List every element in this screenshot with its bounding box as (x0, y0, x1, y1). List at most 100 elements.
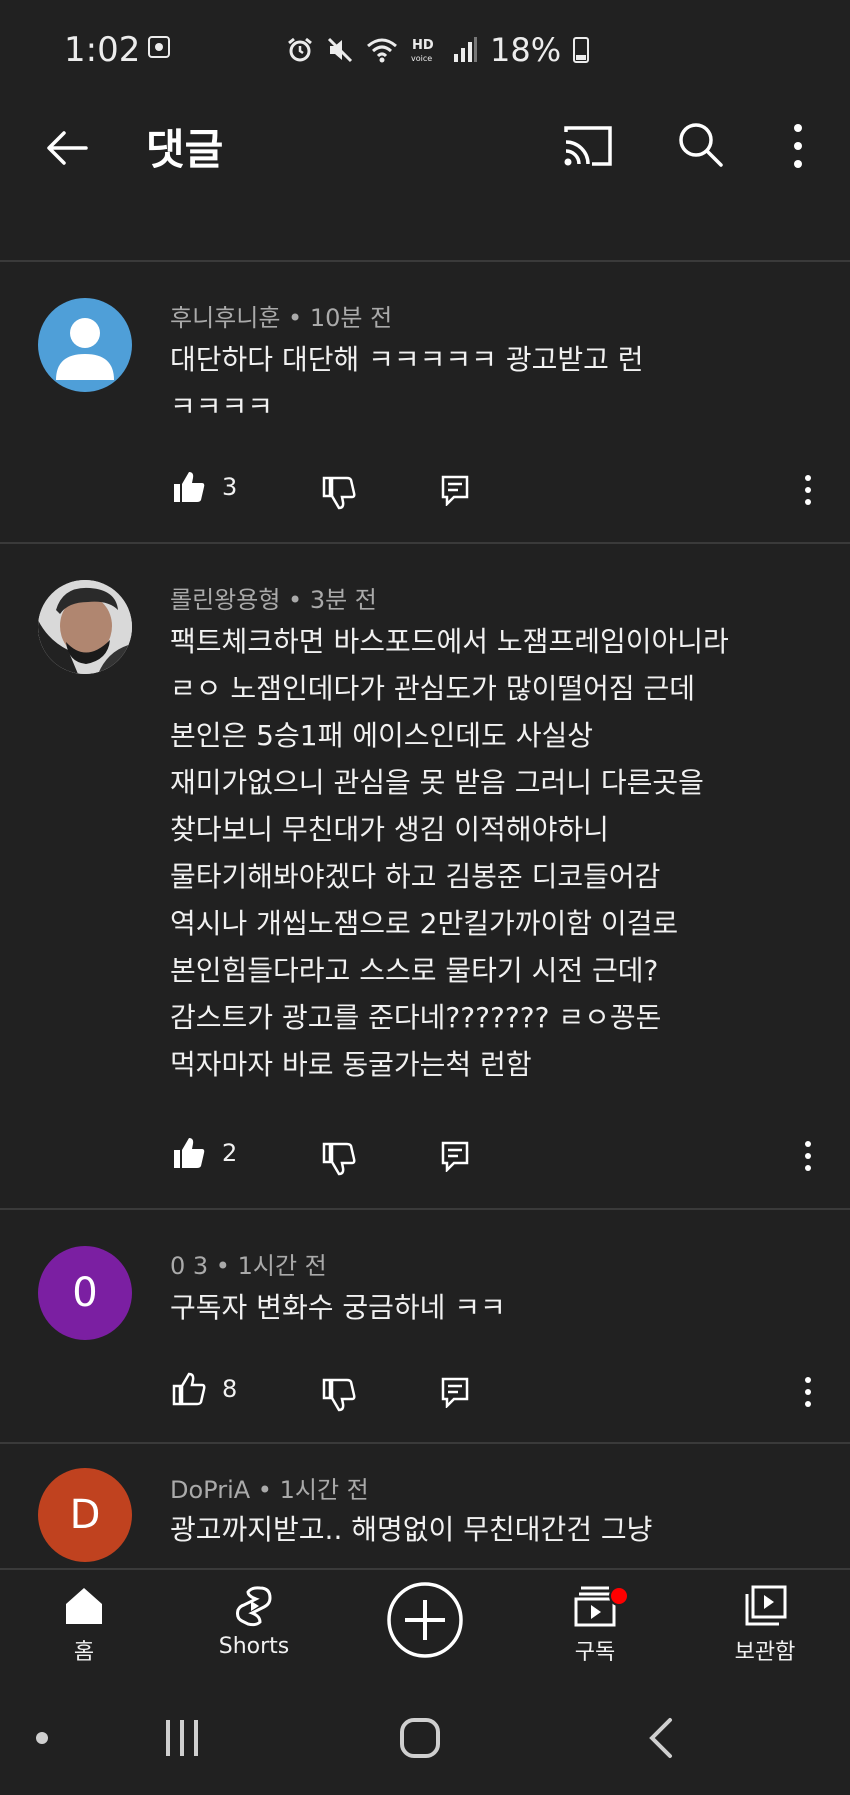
comment-actions: 3 (0, 470, 850, 520)
bottom-nav: 홈 Shorts 구독 보관함 (0, 1568, 850, 1678)
home-icon (66, 1588, 102, 1624)
notification-dot (609, 1586, 629, 1606)
nav-label: 홈 (73, 1640, 95, 1665)
comment-line: 먹자마자 바로 동굴가는척 런함 (170, 1048, 532, 1081)
comment-actions: 2 (0, 1136, 850, 1186)
comment: 0 0 3 • 1시간 전 구독자 변화수 궁금하네 ㅋㅋ 8 (0, 1210, 850, 1442)
status-icons: HD voice 18% (286, 31, 590, 69)
comment-line: 역시나 개씹노잼으로 2만킬가까이함 이걸로 (170, 907, 679, 940)
comment-actions: 8 (0, 1372, 850, 1422)
comment-text: 구독자 변화수 궁금하네 ㅋㅋ (170, 1284, 810, 1331)
comment-more-icon[interactable] (796, 1374, 820, 1410)
nav-home[interactable]: 홈 (24, 1584, 144, 1670)
wifi-icon (367, 38, 397, 63)
shorts-icon (236, 1586, 272, 1627)
comment-time: 10분 전 (309, 304, 393, 332)
add-circle-icon (387, 1582, 463, 1658)
dislike-icon[interactable] (322, 1378, 356, 1412)
comment-meta: 롤린왕용형 • 3분 전 (170, 586, 377, 614)
like-outline-icon[interactable] (172, 1372, 206, 1406)
home-button-icon[interactable] (398, 1716, 442, 1760)
comment-text: 대단하다 대단해 ㅋㅋㅋㅋㅋ 광고받고 런 ㅋㅋㅋㅋ (170, 336, 810, 430)
search-icon[interactable] (672, 116, 728, 172)
reply-icon[interactable] (440, 474, 470, 506)
library-icon (745, 1585, 787, 1626)
comment: D DoPriA • 1시간 전 광고까지받고.. 해명없이 무친대간건 그냥 (0, 1444, 850, 1568)
nav-subscriptions[interactable]: 구독 (535, 1584, 655, 1670)
comment-line: ㅋㅋㅋㅋ (170, 390, 274, 423)
comment-time: 3분 전 (309, 586, 377, 614)
more-vert-icon[interactable] (780, 116, 816, 176)
battery-percent: 18% (490, 31, 562, 69)
comment-line: 대단하다 대단해 ㅋㅋㅋㅋㅋ 광고받고 런 (170, 343, 644, 376)
comment-time: 1시간 전 (237, 1252, 327, 1280)
comment-list[interactable]: 2 후니후니훈 • 10분 전 대단하다 대단해 ㅋㅋㅋㅋㅋ 광고받고 런 ㅋㅋ… (0, 186, 850, 1568)
comment-more-icon[interactable] (796, 1138, 820, 1174)
alarm-icon (288, 37, 312, 62)
default-avatar-icon (56, 318, 114, 380)
comment-author[interactable]: 후니후니훈 (170, 304, 280, 332)
comment-line: 본인은 5승1패 에이스인데도 사실상 (170, 719, 593, 752)
comment-actions: 2 (0, 186, 850, 208)
nav-label: Shorts (218, 1634, 290, 1659)
avatar[interactable]: 0 (38, 1246, 132, 1340)
comment-line: 팩트체크하면 바스포드에서 노잼프레임이아니라 (170, 625, 729, 658)
nav-shorts[interactable]: Shorts (194, 1584, 314, 1670)
like-count: 3 (222, 473, 238, 501)
avatar[interactable] (38, 580, 132, 674)
nav-library[interactable]: 보관함 (705, 1584, 825, 1670)
status-bar: 1:02 HD voice 18% (0, 0, 850, 100)
svg-text:HD: HD (412, 38, 434, 53)
back-arrow-icon[interactable] (40, 120, 96, 176)
avatar-letter: 0 (72, 1270, 98, 1316)
signal-icon (454, 37, 477, 62)
comment-meta: DoPriA • 1시간 전 (170, 1476, 369, 1504)
dislike-icon[interactable] (322, 1142, 356, 1176)
mute-icon (327, 37, 353, 63)
nav-dot-icon (36, 1732, 48, 1744)
comment-author[interactable]: 0 3 (170, 1252, 208, 1280)
app-bar: 댓글 (0, 100, 850, 200)
like-count: 2 (222, 1139, 238, 1167)
status-time: 1:02 (64, 30, 141, 70)
comment-author[interactable]: 롤린왕용형 (170, 586, 280, 614)
comment-line: 감스트가 광고를 준다네??????? ㄹㅇ꽁돈 (170, 1001, 662, 1034)
page-title: 댓글 (146, 125, 224, 174)
cast-icon[interactable] (560, 118, 616, 174)
comment-text: 팩트체크하면 바스포드에서 노잼프레임이아니라 ㄹㅇ 노잼인데다가 관심도가 많… (170, 618, 810, 1088)
hd-voice-icon: HD voice (411, 38, 434, 63)
comment-meta: 후니후니훈 • 10분 전 (170, 304, 393, 332)
back-button-icon[interactable] (640, 1716, 684, 1760)
system-nav-bar (0, 1678, 850, 1795)
comment-line: 구독자 변화수 궁금하네 ㅋㅋ (170, 1291, 506, 1324)
comment: 롤린왕용형 • 3분 전 팩트체크하면 바스포드에서 노잼프레임이아니라 ㄹㅇ … (0, 544, 850, 1208)
comment-line: 재미가없으니 관심을 못 받음 그러니 다른곳을 (170, 766, 704, 799)
recent-apps-icon[interactable] (160, 1716, 204, 1760)
create-button[interactable] (365, 1580, 485, 1666)
comment-line: 광고까지받고.. 해명없이 무친대간건 그냥 (170, 1513, 653, 1546)
nav-label: 보관함 (734, 1640, 796, 1665)
profile-photo (38, 580, 132, 674)
comment-more-icon[interactable] (796, 472, 820, 508)
comment-text: 광고까지받고.. 해명없이 무친대간건 그냥 (170, 1506, 810, 1553)
avatar-letter: D (69, 1492, 101, 1538)
avatar[interactable]: D (38, 1468, 132, 1562)
comment-line: 물타기해봐야겠다 하고 김봉준 디코들어감 (170, 860, 661, 893)
nav-label: 구독 (574, 1640, 616, 1665)
dislike-icon[interactable] (322, 476, 356, 510)
like-count: 8 (222, 1375, 238, 1403)
reply-icon[interactable] (440, 1140, 470, 1172)
reply-icon[interactable] (440, 1376, 470, 1408)
comment-meta: 0 3 • 1시간 전 (170, 1252, 327, 1280)
like-filled-icon[interactable] (172, 1136, 206, 1170)
comment-line: 본인힘들다라고 스스로 물타기 시전 근데? (170, 954, 659, 987)
battery-icon (573, 37, 590, 63)
comment-author[interactable]: DoPriA (170, 1476, 250, 1504)
svg-text:voice: voice (411, 54, 432, 63)
comment-line: ㄹㅇ 노잼인데다가 관심도가 많이떨어짐 근데 (170, 672, 696, 705)
comment-time: 1시간 전 (279, 1476, 369, 1504)
avatar[interactable] (38, 298, 132, 392)
comment-line: 찾다보니 무친대가 생김 이적해야하니 (170, 813, 609, 846)
like-filled-icon[interactable] (172, 470, 206, 504)
screen-record-icon (148, 36, 170, 58)
